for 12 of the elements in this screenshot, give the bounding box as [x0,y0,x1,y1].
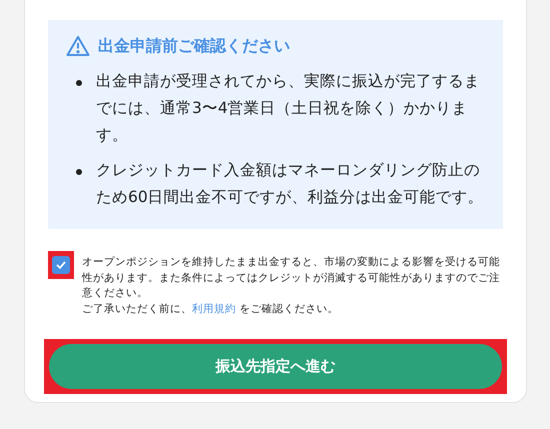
bullet-icon [76,80,82,86]
bullet-icon [76,169,82,175]
notice-text: クレジットカード入金額はマネーロンダリング防止のため60日間出金不可ですが、利益分は出金可能です。 [96,160,485,208]
check-icon [56,261,66,269]
terms-link[interactable]: 利用規約 [192,302,236,314]
notice-text: 出金申請が受理されてから、実際に振込が完了するまでには、通常3〜4営業日（土日祝を除く）かかります。 [96,71,481,146]
notice-title: 出金申請前ご確認ください [98,35,290,57]
agree-checkbox[interactable] [52,256,70,274]
terms-note: ご了承いただく前に、利用規約 をご確認ください。 [82,302,340,316]
submit-button[interactable]: 振込先指定へ進む [49,344,502,389]
warning-icon [66,35,90,57]
agreement-text: オープンポジションを維持したまま出金すると、市場の変動による影響を受ける可能性があります。また条件によってはクレジットが消滅する可能性がありますのでご注意ください。 [82,255,501,301]
